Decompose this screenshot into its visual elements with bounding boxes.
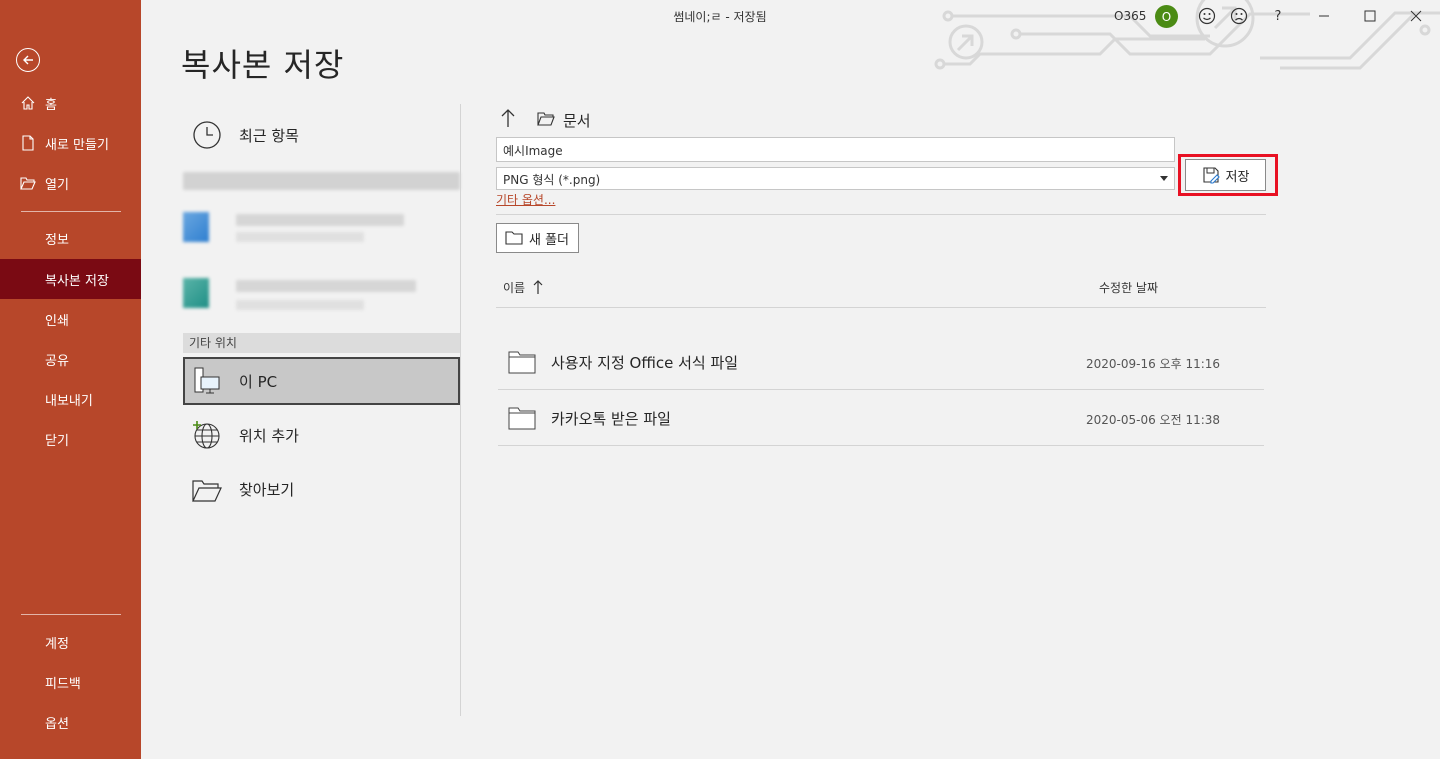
- back-arrow-icon: [23, 55, 33, 65]
- new-document-icon: [22, 135, 34, 151]
- backstage-sidebar: 홈 새로 만들기 열기 정보 복사본 저장 인쇄 공유 내보내기 닫기 계정 피…: [0, 0, 141, 759]
- save-icon: [1202, 167, 1220, 184]
- close-icon: [1410, 10, 1422, 22]
- nav-print[interactable]: 인쇄: [0, 299, 141, 339]
- divider: [498, 445, 1264, 446]
- maximize-icon: [1364, 10, 1376, 22]
- nav-open-label: 열기: [45, 177, 69, 193]
- new-folder-label: 새 폴더: [529, 232, 570, 248]
- nav-account[interactable]: 계정: [0, 622, 141, 662]
- minimize-icon: [1319, 15, 1329, 17]
- location-recent[interactable]: 최근 항목: [183, 111, 460, 159]
- maximize-button[interactable]: [1360, 6, 1380, 26]
- close-window-button[interactable]: [1406, 6, 1426, 26]
- file-modified: 2020-09-16 오후 11:16: [1086, 357, 1221, 371]
- up-folder-button[interactable]: [500, 108, 518, 130]
- nav-print-label: 인쇄: [45, 313, 69, 329]
- arrow-up-icon: [501, 109, 515, 127]
- divider: [496, 214, 1266, 215]
- chevron-down-icon: [1160, 176, 1168, 181]
- nav-export-label: 내보내기: [45, 393, 93, 409]
- avatar[interactable]: O: [1155, 5, 1178, 28]
- current-folder-label[interactable]: 문서: [563, 110, 591, 131]
- filetype-select[interactable]: PNG 형식 (*.png): [496, 167, 1175, 190]
- frown-icon: [1230, 7, 1248, 25]
- nav-share[interactable]: 공유: [0, 339, 141, 379]
- other-locations-header: 기타 위치: [183, 333, 460, 353]
- sharepoint-icon: [183, 278, 209, 308]
- column-name-label: 이름: [503, 281, 526, 295]
- sidebar-divider: [21, 614, 121, 615]
- file-modified: 2020-05-06 오전 11:38: [1086, 413, 1221, 427]
- nav-home[interactable]: 홈: [0, 83, 141, 123]
- nav-new-label: 새로 만들기: [45, 137, 109, 153]
- nav-feedback-label: 피드백: [45, 676, 81, 692]
- frown-feedback-button[interactable]: [1229, 6, 1249, 26]
- file-row[interactable]: 카카오톡 받은 파일 2020-05-06 오전 11:38: [498, 390, 1264, 446]
- onedrive-icon: [183, 212, 209, 242]
- file-name: 사용자 지정 Office 서식 파일: [551, 354, 739, 372]
- computer-icon: [194, 367, 220, 394]
- location-recent-label: 최근 항목: [239, 127, 299, 145]
- blurred-location-subtext: [236, 232, 364, 242]
- globe-add-icon: [193, 421, 220, 449]
- save-button[interactable]: 저장: [1185, 159, 1266, 191]
- new-folder-button[interactable]: 새 폴더: [496, 223, 579, 253]
- page-title: 복사본 저장: [181, 46, 345, 84]
- file-row[interactable]: 사용자 지정 Office 서식 파일 2020-09-16 오후 11:16: [498, 334, 1264, 390]
- nav-info-label: 정보: [45, 232, 69, 248]
- account-label[interactable]: O365: [1114, 9, 1146, 23]
- nav-info[interactable]: 정보: [0, 218, 141, 258]
- sort-ascending-icon: [533, 280, 543, 294]
- location-browse[interactable]: 찾아보기: [183, 465, 460, 513]
- folder-icon: [508, 407, 536, 430]
- folder-icon: [508, 351, 536, 374]
- nav-feedback[interactable]: 피드백: [0, 662, 141, 702]
- location-add-place[interactable]: 위치 추가: [183, 411, 460, 459]
- nav-account-label: 계정: [45, 636, 69, 652]
- blurred-location-text[interactable]: [236, 214, 404, 226]
- home-icon: [21, 96, 35, 110]
- smile-feedback-button[interactable]: [1197, 6, 1217, 26]
- nav-home-label: 홈: [45, 97, 57, 113]
- sidebar-divider: [21, 211, 121, 212]
- column-divider: [460, 104, 461, 716]
- blurred-account-header: [183, 172, 460, 190]
- smile-icon: [1198, 7, 1216, 25]
- filetype-value: PNG 형식 (*.png): [503, 173, 601, 187]
- divider: [496, 307, 1266, 308]
- nav-save-copy-label: 복사본 저장: [45, 273, 109, 289]
- nav-save-copy[interactable]: 복사본 저장: [0, 259, 141, 299]
- filename-input[interactable]: 예시Image: [496, 137, 1175, 162]
- location-this-pc[interactable]: 이 PC: [183, 357, 460, 405]
- column-header-modified[interactable]: 수정한 날짜: [1099, 279, 1158, 296]
- more-options-link[interactable]: 기타 옵션...: [496, 191, 555, 208]
- save-button-label: 저장: [1225, 169, 1250, 185]
- nav-new[interactable]: 새로 만들기: [0, 123, 141, 163]
- blurred-location-subtext: [236, 300, 364, 310]
- location-browse-label: 찾아보기: [239, 481, 295, 499]
- nav-close-label: 닫기: [45, 433, 69, 449]
- minimize-button[interactable]: [1314, 6, 1334, 26]
- nav-export[interactable]: 내보내기: [0, 379, 141, 419]
- nav-close[interactable]: 닫기: [0, 419, 141, 459]
- blurred-location-text[interactable]: [236, 280, 416, 292]
- file-name: 카카오톡 받은 파일: [551, 410, 671, 428]
- back-button[interactable]: [16, 48, 40, 72]
- nav-options-label: 옵션: [45, 716, 69, 732]
- help-button[interactable]: ?: [1268, 6, 1288, 26]
- open-folder-icon: [20, 177, 36, 190]
- nav-open[interactable]: 열기: [0, 163, 141, 203]
- location-add-place-label: 위치 추가: [239, 427, 299, 445]
- folder-open-icon: [537, 112, 555, 126]
- folder-icon: [505, 231, 523, 245]
- browse-folder-icon: [192, 480, 222, 502]
- window-title: 썸네이;ㄹ - 저장됨: [673, 10, 767, 24]
- clock-icon: [193, 121, 221, 149]
- column-header-name[interactable]: 이름: [503, 279, 543, 296]
- nav-share-label: 공유: [45, 353, 69, 369]
- nav-options[interactable]: 옵션: [0, 702, 141, 742]
- location-this-pc-label: 이 PC: [239, 373, 278, 391]
